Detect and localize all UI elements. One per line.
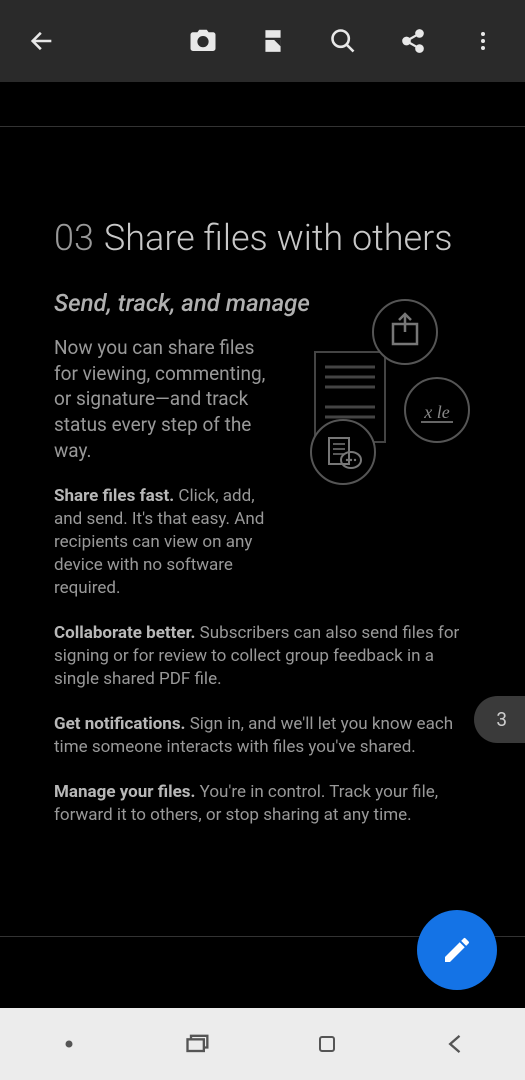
section-intro: Now you can share files for viewing, com…: [54, 335, 274, 463]
nav-back-button[interactable]: [426, 1024, 486, 1064]
feature-title: Collaborate better.: [54, 623, 195, 643]
document-icon[interactable]: [249, 17, 297, 65]
svg-text:x le: x le: [423, 402, 449, 422]
document-content[interactable]: x le 03 Share files with others Send, tr…: [0, 82, 525, 1008]
top-toolbar: [0, 0, 525, 82]
edit-fab-button[interactable]: [417, 910, 497, 990]
nav-recents-button[interactable]: [168, 1024, 228, 1064]
camera-icon[interactable]: [179, 17, 227, 65]
feature-title: Manage your files.: [54, 782, 195, 802]
search-icon[interactable]: [319, 17, 367, 65]
feature-manage: Manage your files. You're in control. Tr…: [54, 781, 471, 827]
feature-title: Share files fast.: [54, 486, 174, 506]
back-button[interactable]: [18, 17, 66, 65]
feature-notifications: Get notifications. Sign in, and we'll le…: [54, 713, 471, 759]
section-number: 03: [54, 217, 94, 259]
edit-icon: [441, 934, 473, 966]
feature-title: Get notifications.: [54, 714, 185, 734]
system-nav-bar: [0, 1008, 525, 1080]
nav-recent-dot[interactable]: [39, 1024, 99, 1064]
section-title: Share files with others: [104, 217, 453, 259]
section-heading: 03 Share files with others: [54, 217, 471, 259]
overflow-menu-icon[interactable]: [459, 17, 507, 65]
page-indicator: 3: [474, 696, 525, 743]
feature-collaborate: Collaborate better. Subscribers can also…: [54, 622, 471, 691]
share-illustration: x le: [295, 292, 475, 492]
section-03: x le 03 Share files with others Send, tr…: [0, 127, 525, 866]
nav-home-button[interactable]: [297, 1024, 357, 1064]
share-icon[interactable]: [389, 17, 437, 65]
feature-share-fast: Share files fast. Click, add, and send. …: [54, 485, 284, 600]
